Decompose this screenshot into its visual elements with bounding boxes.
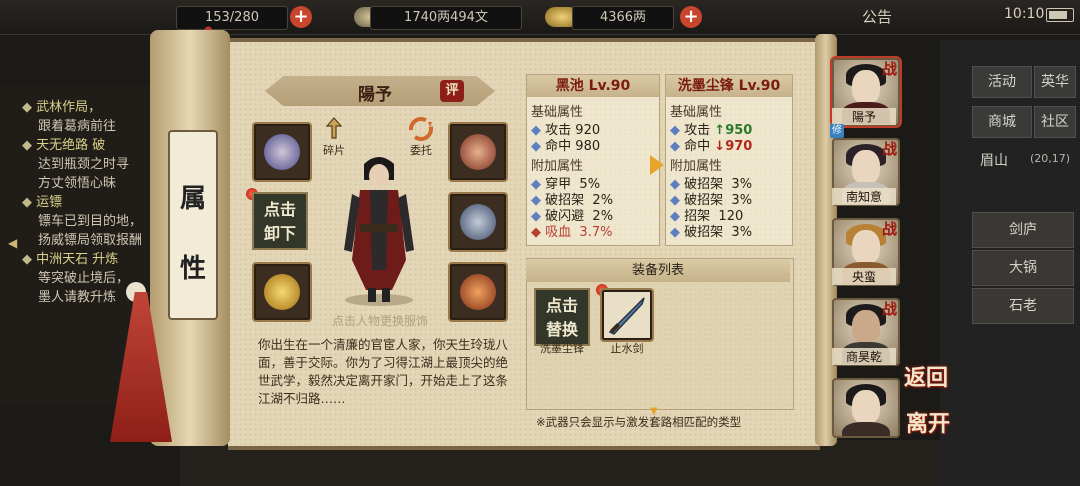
diamond-icon: ◆: [22, 195, 37, 210]
npc-shilao[interactable]: 石老: [972, 288, 1074, 324]
heroes-button[interactable]: 英华: [1034, 66, 1076, 98]
battle-tag: 战: [882, 140, 898, 158]
character-figure[interactable]: [334, 150, 424, 310]
unload-line-1: 点击: [263, 200, 296, 219]
quest-text: 扬威镖局领取报酬: [38, 233, 143, 248]
quest-title[interactable]: ◆ 武林作局，: [22, 96, 101, 115]
quest-text: 达到瓶颈之时寻: [38, 157, 130, 172]
compare-arrow-icon: [650, 155, 664, 175]
quest-text: 等突破止境后，: [38, 271, 130, 286]
party-name: 南知意: [832, 188, 896, 205]
clock: 10:10: [1004, 6, 1045, 22]
gold-display: 4366两: [572, 6, 674, 30]
battery-icon: [1046, 8, 1074, 22]
selected-badge: 修: [830, 124, 844, 138]
npc-jianlu[interactable]: 剑庐: [972, 212, 1074, 248]
swap-line-1: 点击: [545, 296, 578, 315]
leave-button[interactable]: 离开: [906, 406, 950, 438]
money-display: 1740两494文: [370, 6, 522, 30]
compare-weapon-title: 洗墨尘锋 Lv.90: [666, 75, 792, 97]
add-capacity-button[interactable]: +: [290, 6, 312, 28]
current-weapon-title: 黑池 Lv.90: [527, 75, 659, 97]
quest-desc[interactable]: 墨人请教升炼: [38, 286, 116, 305]
activity-button[interactable]: 活动: [972, 66, 1032, 98]
attribute-tab-char-2: 性: [179, 254, 206, 284]
quest-desc[interactable]: 方丈领悟心昧: [38, 172, 116, 191]
equipment-note: ※武器只会显示与激发套路相匹配的类型: [536, 415, 742, 429]
character-name: 陽予: [358, 85, 392, 105]
current-extra-stat: ◆ 吸血 3.7%: [531, 225, 613, 240]
notice-button[interactable]: 公告: [862, 6, 892, 27]
equip-slot-glove[interactable]: [252, 122, 312, 182]
quest-text: 天无绝路 破: [36, 138, 106, 153]
quest-desc[interactable]: 等突破止境后，: [38, 267, 129, 286]
location-coords: (20,17): [1030, 152, 1071, 165]
diamond-icon: ◆: [22, 100, 37, 115]
quest-desc[interactable]: 镖车已到目的地，: [38, 210, 142, 229]
location-name: 眉山: [980, 153, 1008, 169]
battle-tag: 战: [882, 300, 898, 318]
attribute-tab-char-1: 属: [179, 184, 206, 214]
entrust-icon[interactable]: [408, 116, 434, 142]
quest-title[interactable]: ◆ 天无绝路 破: [22, 134, 105, 153]
current-base-title: 基础属性: [531, 105, 584, 120]
attribute-tab[interactable]: 属 性: [168, 130, 218, 320]
quest-text: 跟着葛病前往: [38, 119, 117, 134]
quest-title[interactable]: ◆ 中洲天石 升炼: [22, 248, 118, 267]
add-gold-button[interactable]: +: [680, 6, 702, 28]
equip-slot-bracer[interactable]: [448, 122, 508, 182]
quest-text: 方丈领悟心昧: [38, 176, 117, 191]
quest-text: 中洲天石 升炼: [36, 252, 119, 267]
equip-slot-armor[interactable]: [448, 192, 508, 252]
quest-desc[interactable]: 跟着葛病前往: [38, 115, 116, 134]
quest-desc[interactable]: 达到瓶颈之时寻: [38, 153, 129, 172]
community-button[interactable]: 社区: [1034, 106, 1076, 138]
quest-text: 墨人请教升炼: [38, 290, 117, 305]
quest-desc[interactable]: 扬威镖局领取报酬: [38, 229, 142, 248]
compare-extra-title: 附加属性: [670, 159, 723, 174]
shop-button[interactable]: 商城: [972, 106, 1032, 138]
current-base-stat: ◆ 命中 980: [531, 139, 601, 154]
change-outfit-hint: 点击人物更换服饰: [331, 314, 428, 328]
party-portrait-5[interactable]: [832, 378, 900, 438]
party-name: 商昊乾: [832, 348, 896, 365]
party-name: 央蛮: [832, 268, 896, 285]
swap-button[interactable]: 点击 替换: [534, 288, 590, 346]
compare-extra-stat: ◆ 破招架 3%: [670, 225, 753, 240]
biography-text: 你出生在一个清廉的官宦人家，你天生玲珑八面，善于交际。你为了习得江湖上最顶尖的绝…: [258, 337, 509, 406]
compare-weapon-panel: 洗墨尘锋 Lv.90 基础属性 ◆ 攻击 ↑950 ◆ 命中 ↓970 附加属性…: [665, 74, 793, 246]
bag-capacity: 153/280: [176, 6, 288, 30]
npc-dashuo[interactable]: 大锅: [972, 250, 1074, 286]
fragment-icon[interactable]: [322, 116, 346, 140]
quest-title[interactable]: ◆ 运镖: [22, 191, 62, 210]
swap-line-2: 替换: [545, 320, 578, 339]
back-button[interactable]: 返回: [904, 360, 948, 392]
current-extra-title: 附加属性: [531, 159, 584, 174]
rate-button[interactable]: 评: [440, 80, 464, 102]
unload-button[interactable]: 点击 卸下: [252, 192, 308, 250]
quest-text: 运镖: [36, 195, 63, 210]
battle-tag: 战: [882, 60, 898, 78]
unload-line-2: 卸下: [263, 224, 296, 243]
battle-tag: 战: [882, 220, 898, 238]
quest-text: 镖车已到目的地，: [38, 214, 143, 229]
collapse-arrow-icon[interactable]: ◀: [8, 236, 17, 250]
equip-item-label: 止水剑: [610, 342, 644, 355]
equip-item-zhishui-sword[interactable]: [600, 288, 654, 342]
diamond-icon: ◆: [22, 252, 37, 267]
diamond-icon: ◆: [22, 138, 37, 153]
quest-text: 武林作局，: [36, 100, 102, 115]
party-name: 陽予: [832, 108, 896, 125]
equip-item-label: 洗墨尘锋: [540, 342, 584, 355]
compare-base-title: 基础属性: [670, 105, 723, 120]
compare-base-stat: ◆ 命中 ↓970: [670, 139, 753, 154]
equip-slot-amulet[interactable]: [448, 262, 508, 322]
equipment-list-title: 装备列表: [526, 260, 790, 282]
current-weapon-panel: 黑池 Lv.90 基础属性 ◆ 攻击 920 ◆ 命中 980 附加属性 ◆ 穿…: [526, 74, 660, 246]
